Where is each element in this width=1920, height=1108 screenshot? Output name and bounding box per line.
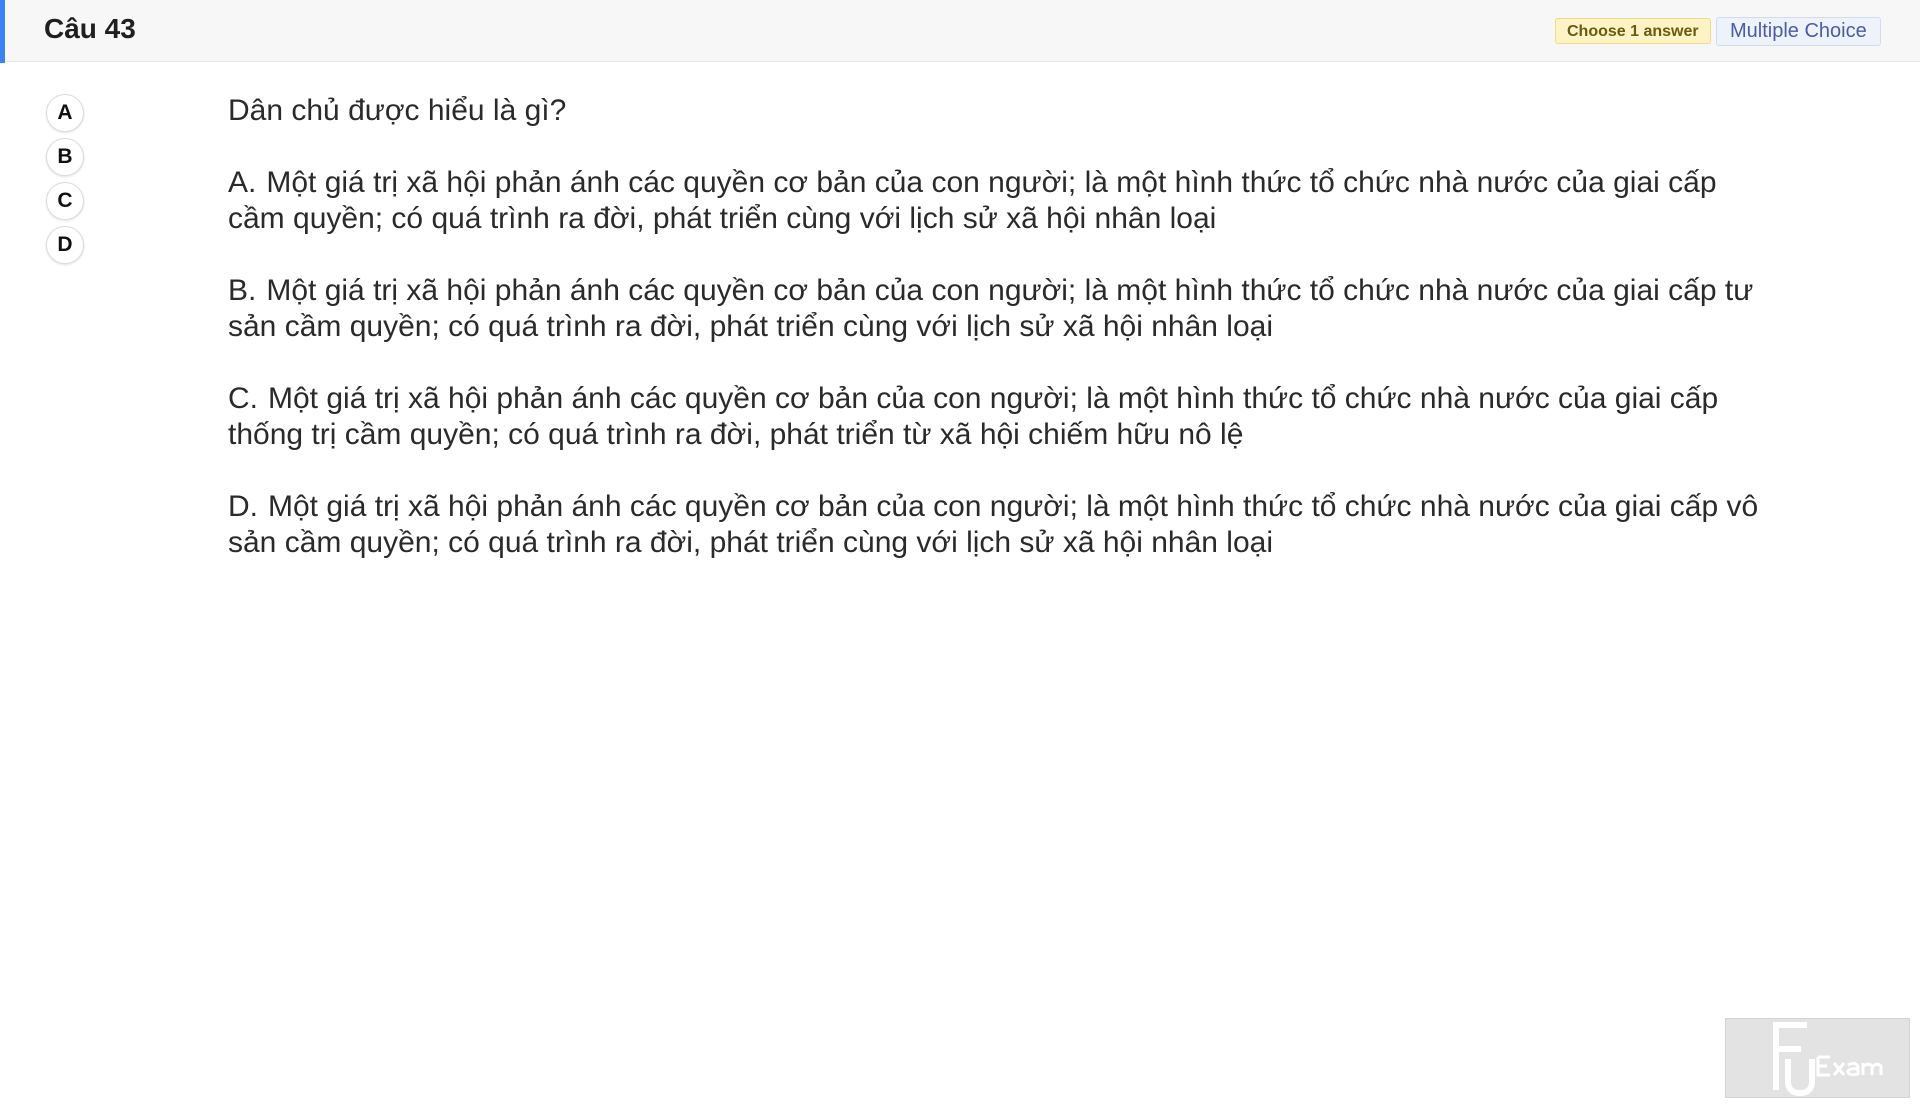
answer-d-letter: D. (228, 490, 258, 523)
answer-b-text: Một giá trị xã hội phản ánh các quyền cơ… (228, 274, 1754, 343)
question-title: Câu 43 (44, 13, 136, 44)
choose-answer-badge: Choose 1 answer (1555, 18, 1711, 44)
answer-a-letter: A. (228, 166, 257, 199)
fu-exam-logo-mark (1773, 1022, 1883, 1097)
question-content: Dân chủ được hiểu là gì? A. Một giá trị x… (228, 93, 1788, 597)
answer-d: D. Một giá trị xã hội phản ánh các quyền … (228, 489, 1768, 561)
answer-b: B. Một giá trị xã hội phản ánh các quyền … (228, 273, 1768, 345)
answer-b-letter: B. (228, 274, 257, 307)
answer-a-text: Một giá trị xã hội phản ánh các quyền cơ… (228, 166, 1717, 235)
question-stem: Dân chủ được hiểu là gì? (228, 94, 567, 127)
fu-exam-logo (1725, 1018, 1910, 1098)
option-c-button[interactable]: C (46, 182, 84, 220)
question-type-badge: Multiple Choice (1716, 17, 1881, 46)
answer-c-letter: C. (228, 382, 258, 415)
answer-c-text: Một giá trị xã hội phản ánh các quyền cơ… (228, 382, 1719, 451)
option-b-button[interactable]: B (46, 138, 84, 176)
answer-d-text: Một giá trị xã hội phản ánh các quyền cơ… (228, 490, 1759, 559)
option-a-button[interactable]: A (46, 94, 84, 132)
question-header: Câu 43 Choose 1 answer Multiple Choice (0, 0, 1920, 63)
answer-c: C. Một giá trị xã hội phản ánh các quyền … (228, 381, 1768, 453)
answer-a: A. Một giá trị xã hội phản ánh các quyền … (228, 165, 1768, 237)
option-d-button[interactable]: D (46, 226, 84, 264)
header-accent-bar (0, 0, 5, 63)
